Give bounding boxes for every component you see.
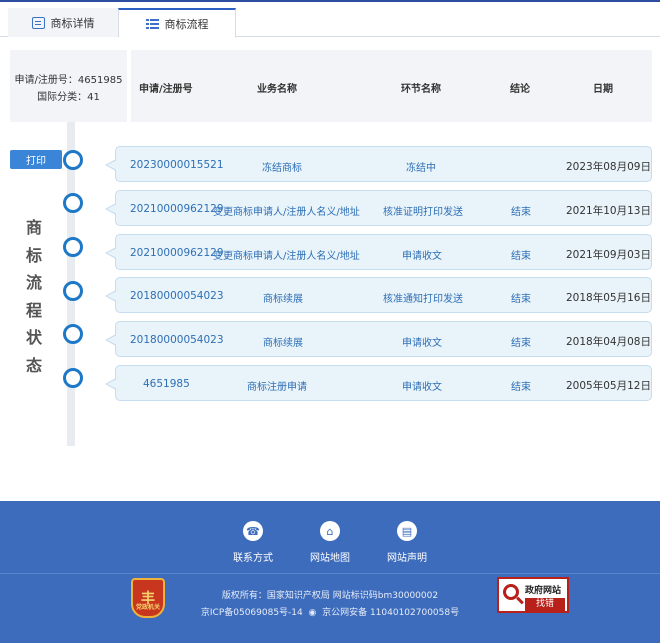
flow-reg-no: 20210000962129 (130, 203, 224, 215)
gov-badge-action: 找错 (525, 598, 565, 611)
top-accent-line (0, 0, 660, 2)
timeline-node (63, 193, 83, 213)
footer-divider (0, 573, 660, 574)
flow-business: 变更商标申请人/注册人名义/地址 (213, 251, 360, 262)
site-footer: ☎ 联系方式 ⌂ 网站地图 ▤ 网站声明 丰 党政机关 版权所有：国家知识产权局… (0, 501, 660, 643)
tab-trademark-details[interactable]: 商标详情 (8, 8, 118, 37)
flow-step: 申请收文 (402, 338, 442, 349)
flow-business: 商标注册申请 (247, 382, 307, 393)
gov-website-error-report-badge[interactable]: 政府网站 找错 (497, 577, 569, 613)
footer-link-label: 网站声明 (387, 553, 427, 564)
tab-bar: 商标详情 商标流程 (0, 8, 660, 38)
header-business: 业务名称 (257, 84, 297, 95)
party-government-emblem[interactable]: 丰 党政机关 (131, 578, 165, 618)
title-char: 态 (25, 355, 42, 375)
flow-step: 核准通知打印发送 (383, 294, 463, 305)
flow-step: 核准证明打印发送 (383, 207, 463, 218)
magnifier-handle (516, 596, 524, 605)
flow-date: 2021年09月03日 (566, 249, 651, 261)
flow-business: 冻结商标 (262, 163, 302, 174)
title-char: 程 (25, 300, 42, 320)
gov-badge-title: 政府网站 (525, 586, 562, 596)
flow-business: 商标续展 (263, 338, 303, 349)
flow-row: 20210000962129 变更商标申请人/注册人名义/地址 申请收文 结束 … (105, 234, 652, 270)
flow-date: 2021年10月13日 (566, 205, 651, 217)
footer-link-statement[interactable]: ▤ 网站声明 (372, 521, 442, 564)
flow-business: 商标续展 (263, 294, 303, 305)
flow-row: 20180000054023 商标续展 核准通知打印发送 结束 2018年05月… (105, 277, 652, 313)
police-record[interactable]: 京公网安备 11040102700058号 (322, 608, 459, 618)
emblem-text: 党政机关 (135, 604, 160, 611)
flow-result: 结束 (511, 207, 531, 218)
footer-link-label: 网站地图 (310, 553, 350, 564)
footer-link-label: 联系方式 (233, 553, 273, 564)
list-icon (145, 17, 159, 30)
flow-date: 2023年08月09日 (566, 161, 651, 173)
phone-icon: ☎ (243, 521, 263, 541)
flow-result: 结束 (511, 382, 531, 393)
timeline-node (63, 368, 83, 388)
flow-result: 结束 (511, 294, 531, 305)
title-char: 商 (25, 218, 42, 237)
registration-number: 申请/注册号：4651985 (14, 75, 123, 86)
police-badge-icon: ◉ (305, 608, 320, 618)
footer-link-contact[interactable]: ☎ 联系方式 (218, 521, 288, 564)
flow-date: 2018年04月08日 (566, 336, 651, 348)
title-char: 标 (25, 245, 42, 265)
flow-reg-no: 20210000962129 (130, 247, 224, 259)
title-char: 状 (25, 328, 42, 347)
header-step: 环节名称 (401, 84, 441, 95)
footer-link-sitemap[interactable]: ⌂ 网站地图 (295, 521, 365, 564)
flow-reg-no: 4651985 (143, 378, 190, 390)
flow-date: 2018年05月16日 (566, 292, 651, 304)
timeline-node (63, 281, 83, 301)
flow-row: 20180000054023 商标续展 申请收文 结束 2018年04月08日 (105, 321, 652, 357)
flow-step: 申请收文 (402, 382, 442, 393)
international-class: 国际分类：41 (37, 92, 100, 103)
sitemap-icon: ⌂ (320, 521, 340, 541)
record-numbers: 京ICP备05069085号-14 ◉ 京公网安备 11040102700058… (200, 605, 460, 618)
flow-row: 20210000962129 变更商标申请人/注册人名义/地址 核准证明打印发送… (105, 190, 652, 226)
header-reg-no: 申请/注册号 (139, 84, 193, 95)
flow-date: 2005年05月12日 (566, 380, 651, 392)
statement-icon: ▤ (397, 521, 417, 541)
flow-reg-no: 20230000015521 (130, 159, 224, 171)
flow-status-title: 商 标 流 程 状 态 (20, 214, 48, 379)
flow-step: 申请收文 (402, 251, 442, 262)
tab-label: 商标流程 (164, 17, 209, 31)
tab-label: 商标详情 (50, 16, 95, 30)
flow-step: 冻结中 (406, 163, 436, 174)
flow-row: 20230000015521 冻结商标 冻结中 2023年08月09日 (105, 146, 652, 182)
flow-result: 结束 (511, 251, 531, 262)
title-char: 流 (25, 273, 42, 292)
print-button[interactable]: 打印 (10, 150, 62, 169)
timeline-node (63, 237, 83, 257)
header-date: 日期 (593, 84, 613, 95)
flow-reg-no: 20180000054023 (130, 290, 224, 302)
table-header: 申请/注册号 业务名称 环节名称 结论 日期 (131, 50, 652, 122)
flow-row: 4651985 商标注册申请 申请收文 结束 2005年05月12日 (105, 365, 652, 401)
icp-number[interactable]: 京ICP备05069085号-14 (201, 608, 303, 618)
copyright-text: 版权所有：国家知识产权局 网站标识码bm30000002 (221, 591, 439, 601)
timeline-node (63, 150, 83, 170)
timeline-node (63, 324, 83, 344)
flow-reg-no: 20180000054023 (130, 334, 224, 346)
flow-business: 变更商标申请人/注册人名义/地址 (213, 207, 360, 218)
flow-result: 结束 (511, 338, 531, 349)
document-icon (31, 16, 45, 29)
trademark-info-box: 申请/注册号：4651985 国际分类：41 (10, 50, 127, 122)
tab-trademark-flow[interactable]: 商标流程 (118, 8, 236, 38)
header-result: 结论 (510, 84, 530, 95)
